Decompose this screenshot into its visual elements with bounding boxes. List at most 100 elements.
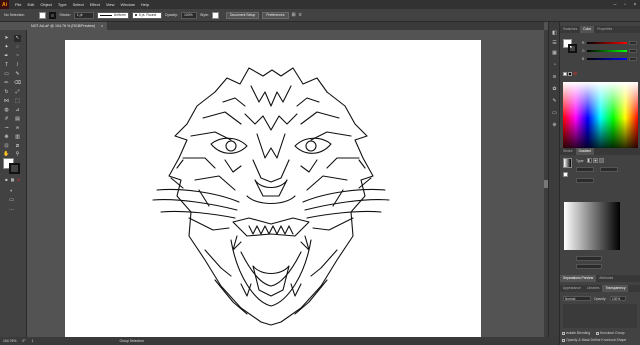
red-slider[interactable]: R (582, 40, 637, 45)
color-guide-icon[interactable]: ◔ (551, 62, 558, 69)
close-window-icon[interactable]: × (630, 0, 640, 9)
zoom-level[interactable]: 104.76% (3, 339, 16, 343)
isolate-blending-checkbox[interactable] (562, 331, 565, 335)
menu-view[interactable]: View (103, 2, 118, 7)
gradient-angle-field[interactable] (576, 167, 594, 172)
pencil-tool-icon[interactable]: ✏ (3, 80, 10, 87)
gradient-option-field[interactable] (576, 178, 594, 183)
blue-slider[interactable]: B (582, 56, 637, 61)
gradient-slider-preview[interactable] (564, 202, 620, 250)
document-setup-button[interactable]: Document Setup (225, 11, 260, 19)
stroke-swatch[interactable] (49, 11, 57, 19)
opacity-field[interactable]: 100% (180, 11, 197, 19)
tab-appearance[interactable]: Appearance (560, 285, 584, 292)
black-chip[interactable] (568, 72, 572, 76)
hand-tool-icon[interactable]: ✋ (3, 151, 10, 158)
radial-gradient-icon[interactable] (593, 158, 598, 163)
line-tool-icon[interactable]: / (14, 62, 21, 69)
rectangle-tool-icon[interactable]: ▭ (3, 71, 10, 78)
opacity-mask-checkbox[interactable] (562, 338, 565, 342)
linear-gradient-icon[interactable] (587, 158, 592, 163)
blue-value[interactable] (629, 56, 637, 61)
gradient-location-field[interactable] (576, 264, 602, 269)
opacity-mask-option[interactable]: Opacity & Mask Define Knockout Shape (562, 338, 626, 342)
menu-window[interactable]: Window (117, 2, 137, 7)
transform-panel-icon[interactable]: ⊕ (551, 122, 558, 129)
isolate-blending-option[interactable]: Isolate Blending (562, 331, 590, 335)
green-track[interactable] (587, 49, 627, 52)
tab-libraries[interactable]: Libraries (584, 285, 603, 292)
tab-attributes[interactable]: Attributes (596, 275, 616, 282)
panel-menu-icon[interactable]: ≡ (299, 12, 302, 18)
shape-builder-icon[interactable]: ◍ (3, 107, 10, 114)
curvature-tool-icon[interactable]: ~ (14, 53, 21, 60)
blue-track[interactable] (587, 57, 627, 60)
symbol-sprayer-icon[interactable]: ❋ (3, 134, 10, 141)
menu-edit[interactable]: Edit (24, 2, 37, 7)
preferences-button[interactable]: Preferences (262, 11, 289, 19)
layers-panel-icon[interactable]: ◧ (551, 30, 558, 37)
symbols-panel-icon[interactable]: ✿ (551, 86, 558, 93)
fill-swatch[interactable] (39, 11, 47, 19)
eraser-tool-icon[interactable]: ⌫ (14, 80, 21, 87)
green-value[interactable] (629, 48, 637, 53)
artboard-tool-icon[interactable]: ⊡ (3, 143, 10, 150)
transparency-opacity-field[interactable]: 100% (610, 296, 626, 301)
align-icon[interactable]: ⊞ (292, 12, 296, 18)
document-tab[interactable]: NOT AA.ai* @ 104.76 % (RGB/Preview) × (27, 22, 108, 30)
menu-select[interactable]: Select (70, 2, 87, 7)
tab-properties[interactable]: Properties (594, 26, 615, 33)
none-color-icon[interactable]: ⊘ (573, 71, 577, 77)
minimize-icon[interactable]: – (610, 0, 620, 9)
type-tool-icon[interactable]: T (3, 62, 10, 69)
direct-selection-tool-icon[interactable]: ↖ (14, 35, 21, 42)
knockout-group-checkbox[interactable] (596, 331, 599, 335)
color-stroke-swatch[interactable] (568, 44, 577, 53)
tab-stroke[interactable]: Stroke (560, 148, 576, 155)
knockout-group-option[interactable]: Knockout Group (596, 331, 625, 335)
red-track[interactable] (587, 41, 627, 44)
width-tool-icon[interactable]: ⋈ (3, 98, 10, 105)
tab-transparency[interactable]: Transparency (602, 285, 629, 292)
freeform-gradient-icon[interactable] (599, 158, 604, 163)
canvas-area[interactable] (27, 30, 544, 337)
properties-panel-icon[interactable]: ☰ (551, 40, 558, 47)
tab-separations-preview[interactable]: Separations Preview (560, 275, 597, 282)
selection-tool-icon[interactable]: ➤ (3, 35, 10, 42)
variable-width-profile[interactable]: Uniform (96, 11, 129, 19)
gradient-fill-icon[interactable] (563, 172, 568, 177)
blend-mode-select[interactable]: Normal (563, 296, 591, 301)
menu-object[interactable]: Object (37, 2, 55, 7)
stack-panel-icon[interactable]: ≋ (551, 74, 558, 81)
mesh-tool-icon[interactable]: # (3, 116, 10, 123)
style-swatch[interactable] (211, 11, 219, 19)
stroke-weight-field[interactable]: 1 pt (73, 11, 94, 19)
menu-type[interactable]: Type (55, 2, 70, 7)
tab-gradient[interactable]: Gradient (575, 148, 595, 155)
blend-tool-icon[interactable]: ∞ (14, 125, 21, 132)
lasso-tool-icon[interactable]: ◌ (14, 44, 21, 51)
menu-file[interactable]: File (12, 2, 24, 7)
gradient-tool-icon[interactable]: ▤ (14, 116, 21, 123)
artboards-panel-icon[interactable]: ▭ (551, 110, 558, 117)
green-slider[interactable]: G (582, 48, 637, 53)
menu-help[interactable]: Help (138, 2, 152, 7)
menu-effect[interactable]: Effect (87, 2, 103, 7)
scale-tool-icon[interactable]: ⤢ (14, 89, 21, 96)
pen-tool-icon[interactable]: ✒ (3, 53, 10, 60)
draw-mode-icon[interactable]: ◐ (8, 188, 15, 195)
none-mode-icon[interactable]: ⊘ (15, 176, 22, 183)
gradient-thumbnail[interactable] (563, 158, 572, 168)
gradient-aspect-field[interactable] (600, 167, 618, 172)
paintbrush-tool-icon[interactable]: ✎ (14, 71, 21, 78)
screen-mode-icon[interactable]: ▭ (8, 197, 15, 204)
white-chip[interactable] (563, 72, 567, 76)
zoom-tool-icon[interactable]: ⚲ (14, 151, 21, 158)
artboard[interactable] (65, 40, 481, 337)
brush-definition[interactable]: 5 pt. Round (131, 11, 162, 19)
gradient-opacity-field[interactable] (576, 256, 602, 261)
rotate-tool-icon[interactable]: ↻ (3, 89, 10, 96)
brushes-panel-icon[interactable]: ✎ (551, 98, 558, 105)
perspective-grid-icon[interactable]: ⊿ (14, 107, 21, 114)
tab-color[interactable]: Color (580, 26, 595, 33)
